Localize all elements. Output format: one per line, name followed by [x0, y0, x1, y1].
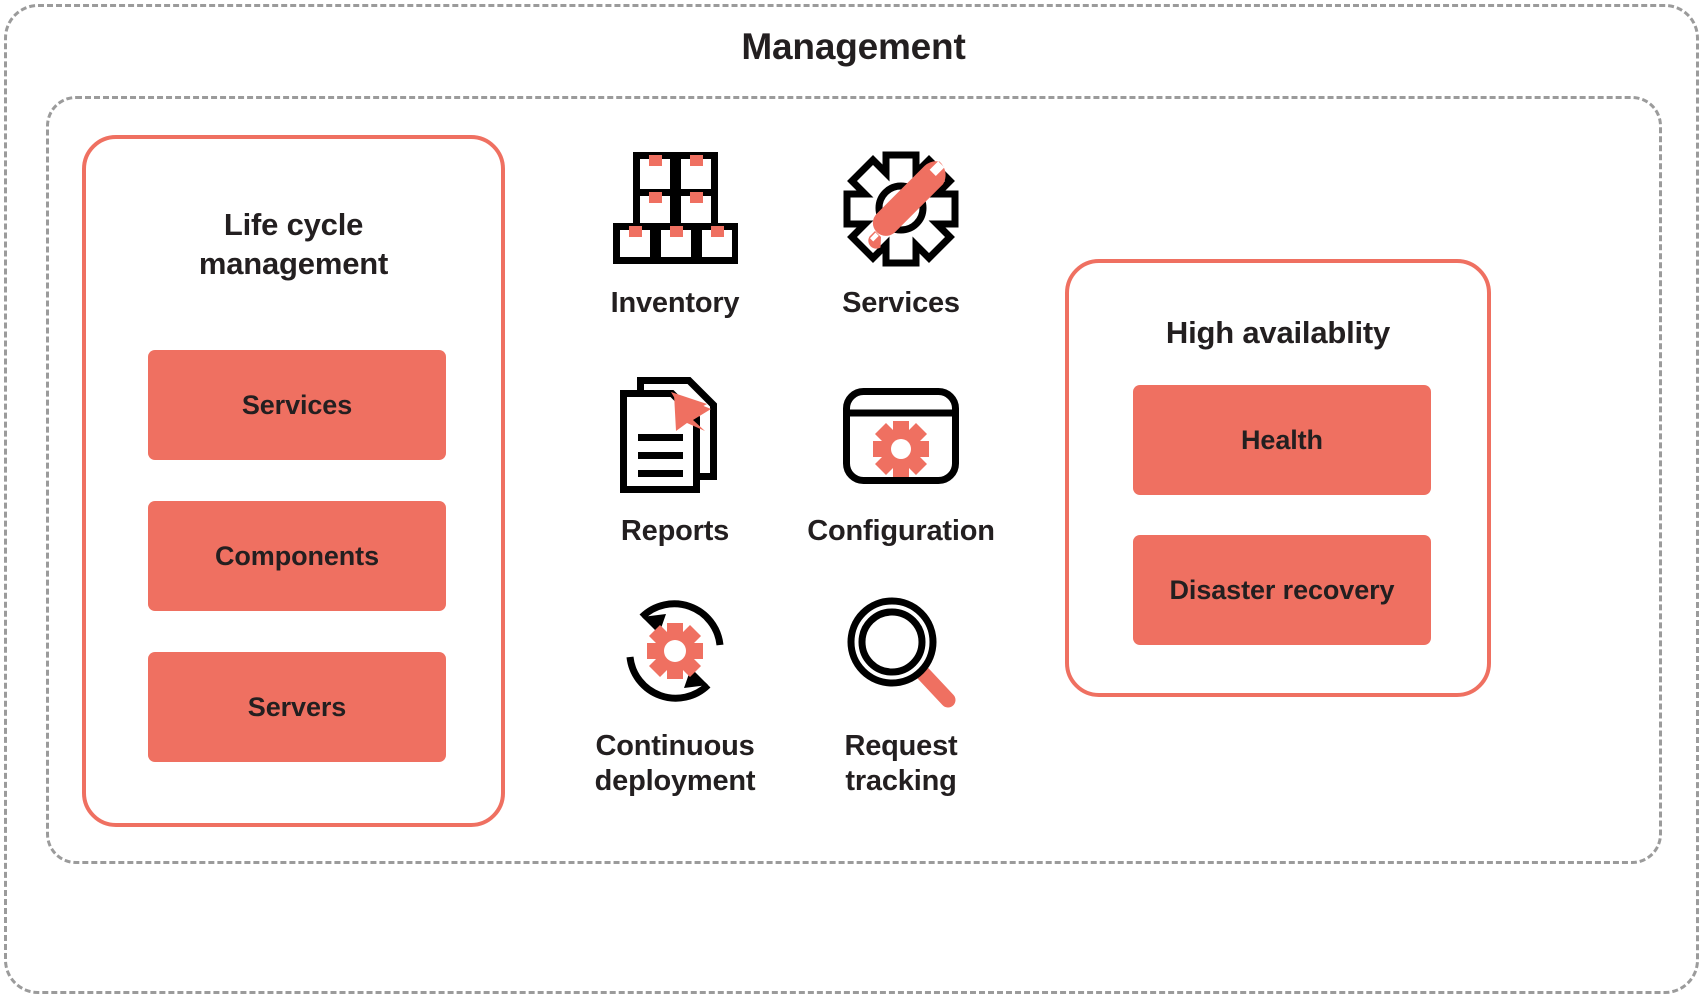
high-availability-title: High availablity: [1165, 315, 1391, 350]
feature-label-line-1: Reports: [620, 515, 730, 547]
feature-services[interactable]: Services: [786, 140, 1016, 321]
window-gear-icon: [786, 368, 1016, 503]
documents-icon: [560, 368, 790, 503]
boxes-stack-icon: [560, 140, 790, 275]
feature-label-line-1: Continuous: [595, 730, 755, 762]
feature-request-tracking[interactable]: Request tracking: [786, 583, 1016, 799]
feature-services-label: Services: [786, 286, 1016, 321]
card-title-line-1: Life cycle: [223, 207, 364, 242]
feature-request-tracking-label: Request tracking: [786, 729, 1016, 799]
gear-wrench-icon: [786, 140, 1016, 275]
lcm-block-components[interactable]: Components: [148, 501, 446, 611]
feature-label-line-2: deployment: [594, 764, 756, 797]
feature-continuous-deployment-label: Continuous deployment: [560, 729, 790, 799]
feature-inventory-label: Inventory: [560, 286, 790, 321]
feature-reports-label: Reports: [560, 514, 790, 549]
high-availability-card: High availablity Health Disaster recover…: [1065, 259, 1491, 697]
life-cycle-management-card: Life cycle management Services Component…: [82, 135, 505, 827]
magnifier-icon: [786, 583, 1016, 718]
ha-block-health[interactable]: Health: [1133, 385, 1431, 495]
diagram-canvas: Management Life cycle management Service…: [0, 0, 1707, 1001]
feature-label-line-1: Request: [844, 730, 958, 762]
feature-configuration[interactable]: Configuration: [786, 368, 1016, 549]
management-features-grid: Inventory Services Reports Configuration…: [560, 140, 1040, 820]
lcm-block-servers[interactable]: Servers: [148, 652, 446, 762]
feature-label-line-1: Configuration: [807, 515, 995, 547]
feature-continuous-deployment[interactable]: Continuous deployment: [560, 583, 790, 799]
life-cycle-management-title: Life cycle management: [86, 205, 501, 283]
feature-label-line-1: Services: [842, 287, 960, 319]
refresh-gear-icon: [560, 583, 790, 718]
feature-inventory[interactable]: Inventory: [560, 140, 790, 321]
feature-reports[interactable]: Reports: [560, 368, 790, 549]
card-title-line-2: management: [198, 246, 389, 282]
feature-label-line-1: Inventory: [610, 287, 740, 319]
feature-label-line-2: tracking: [845, 764, 957, 797]
ha-block-disaster-recovery[interactable]: Disaster recovery: [1133, 535, 1431, 645]
diagram-title: Management: [741, 26, 966, 67]
feature-configuration-label: Configuration: [786, 514, 1016, 549]
lcm-block-services[interactable]: Services: [148, 350, 446, 460]
